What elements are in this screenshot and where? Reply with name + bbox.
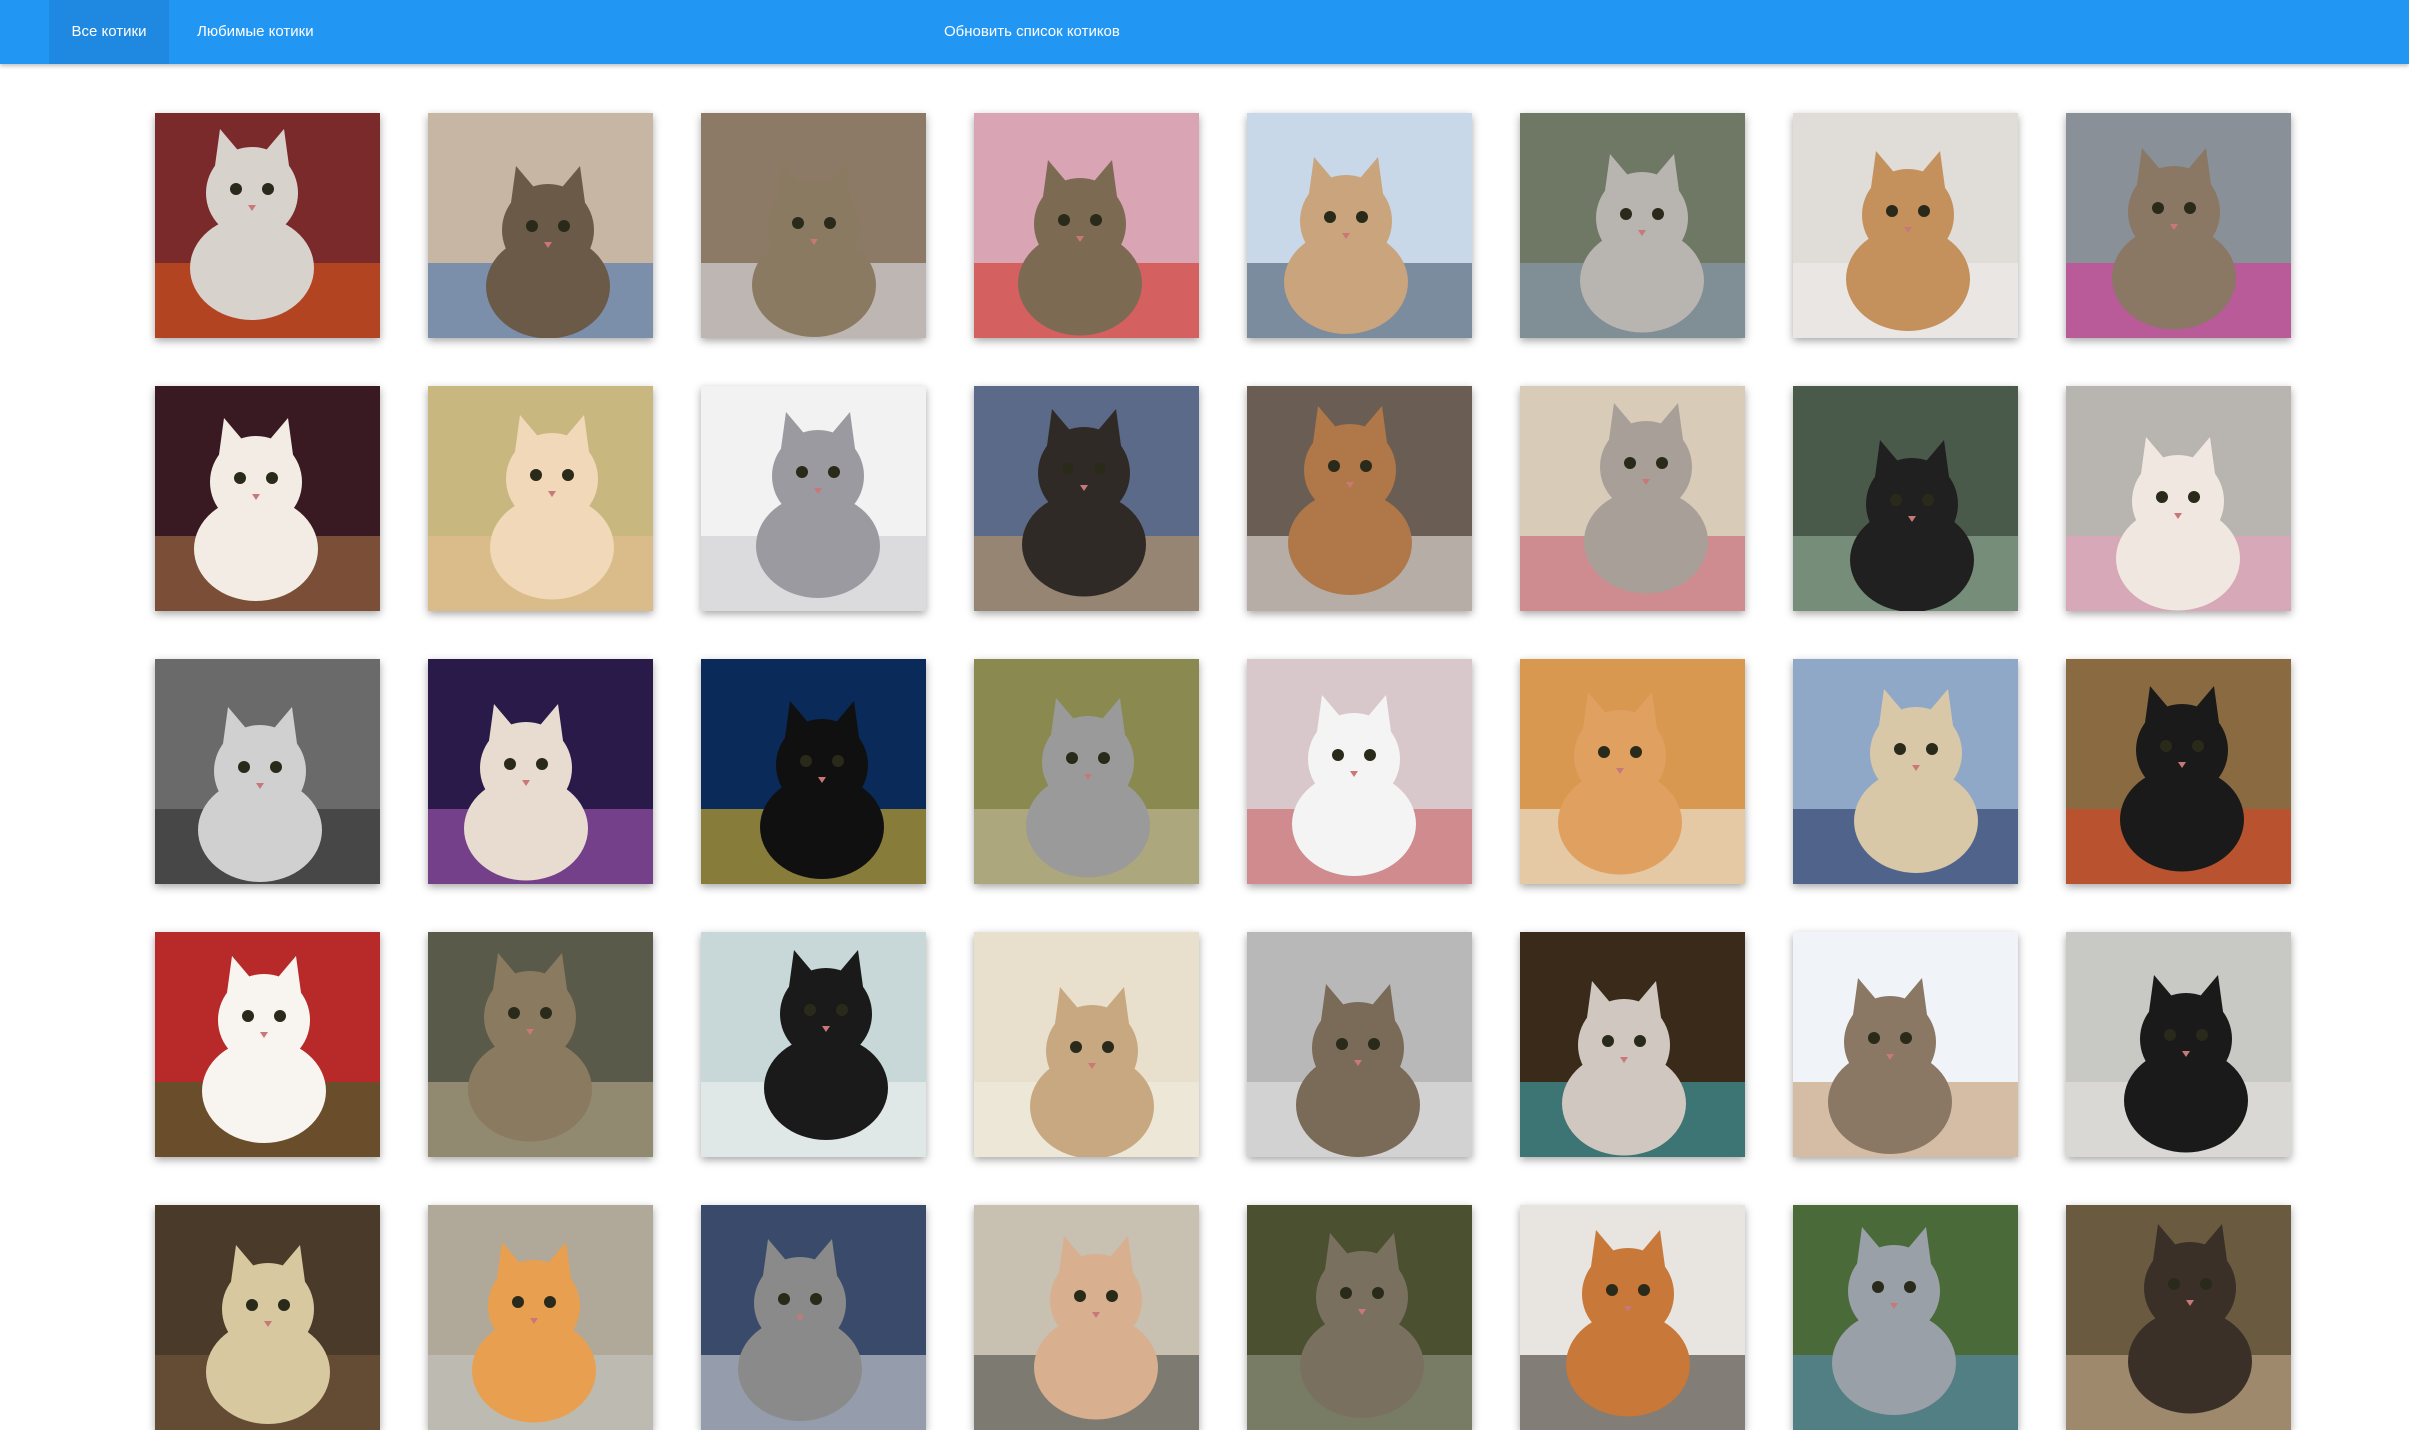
cat-photo-card[interactable]	[428, 1205, 653, 1430]
cat-photo	[2066, 386, 2291, 611]
cat-photo	[155, 386, 380, 611]
cat-photo-card[interactable]	[1793, 113, 2018, 338]
cat-photo	[428, 386, 653, 611]
cat-photo-card[interactable]	[1247, 659, 1472, 884]
cat-photo-card[interactable]	[2066, 1205, 2291, 1430]
cat-photo-card[interactable]	[428, 932, 653, 1157]
cat-photo-card[interactable]	[428, 386, 653, 611]
cat-photo-card[interactable]	[155, 659, 380, 884]
cat-photo-card[interactable]	[1247, 1205, 1472, 1430]
cat-photo	[155, 659, 380, 884]
cat-photo-card[interactable]	[1793, 932, 2018, 1157]
tab-all-cats[interactable]: Все котики	[49, 0, 169, 64]
refresh-cats-button[interactable]: Обновить список котиков	[944, 0, 1120, 64]
cat-photo	[155, 113, 380, 338]
cat-photo	[701, 386, 926, 611]
cat-photo-card[interactable]	[2066, 386, 2291, 611]
cat-photo	[2066, 1205, 2291, 1430]
cat-photo-card[interactable]	[701, 1205, 926, 1430]
cat-photo-card[interactable]	[701, 932, 926, 1157]
cat-photo	[701, 659, 926, 884]
cat-photo	[1247, 659, 1472, 884]
cat-photo	[2066, 659, 2291, 884]
cat-photo-card[interactable]	[428, 113, 653, 338]
cat-photo	[974, 1205, 1199, 1430]
cat-photo-card[interactable]	[155, 932, 380, 1157]
cat-photo-card[interactable]	[2066, 113, 2291, 338]
cat-photo-card[interactable]	[701, 659, 926, 884]
cat-photo-card[interactable]	[974, 386, 1199, 611]
cat-photo-card[interactable]	[1247, 113, 1472, 338]
cat-photo-card[interactable]	[428, 659, 653, 884]
cat-photo	[155, 1205, 380, 1430]
cat-photo	[1520, 659, 1745, 884]
cat-photo	[155, 932, 380, 1157]
cat-photo	[1247, 386, 1472, 611]
cat-photo	[1247, 113, 1472, 338]
cat-photo-card[interactable]	[701, 386, 926, 611]
cat-photo	[1793, 1205, 2018, 1430]
cat-photo-card[interactable]	[155, 386, 380, 611]
cat-photo	[701, 1205, 926, 1430]
cat-photo	[1793, 386, 2018, 611]
cat-photo	[428, 1205, 653, 1430]
cat-photo	[2066, 113, 2291, 338]
cat-photo	[1793, 113, 2018, 338]
cat-photo-card[interactable]	[1520, 932, 1745, 1157]
cat-photo-card[interactable]	[1793, 386, 2018, 611]
cat-photo-card[interactable]	[1247, 386, 1472, 611]
cat-photo	[974, 932, 1199, 1157]
cat-photo-card[interactable]	[1520, 113, 1745, 338]
cat-photo	[974, 113, 1199, 338]
cat-photo	[974, 386, 1199, 611]
cat-photo	[2066, 932, 2291, 1157]
cat-photo-card[interactable]	[974, 1205, 1199, 1430]
cat-photo	[428, 659, 653, 884]
cat-photo-card[interactable]	[1247, 932, 1472, 1157]
cat-photo	[1247, 932, 1472, 1157]
cat-photo	[974, 659, 1199, 884]
cat-photo-card[interactable]	[155, 1205, 380, 1430]
cat-photo	[701, 932, 926, 1157]
cat-photo-card[interactable]	[974, 113, 1199, 338]
cat-photo	[1247, 1205, 1472, 1430]
cat-photo-card[interactable]	[974, 659, 1199, 884]
cat-photo-card[interactable]	[2066, 932, 2291, 1157]
cat-photo	[701, 113, 926, 338]
cat-photo-card[interactable]	[701, 113, 926, 338]
cat-photo-grid	[155, 113, 2295, 1430]
cat-photo	[1520, 113, 1745, 338]
cat-photo	[428, 932, 653, 1157]
top-app-bar: Все котики Любимые котики Обновить списо…	[0, 0, 2409, 64]
cat-photo	[1520, 1205, 1745, 1430]
tab-favorite-cats[interactable]: Любимые котики	[197, 0, 314, 64]
cat-photo-card[interactable]	[1520, 659, 1745, 884]
cat-photo-card[interactable]	[1520, 386, 1745, 611]
cat-photo-card[interactable]	[1793, 1205, 2018, 1430]
cat-photo-card[interactable]	[1520, 1205, 1745, 1430]
cat-photo-card[interactable]	[2066, 659, 2291, 884]
cat-photo-card[interactable]	[155, 113, 380, 338]
cat-photo-card[interactable]	[1793, 659, 2018, 884]
cat-photo-card[interactable]	[974, 932, 1199, 1157]
cat-photo	[1793, 932, 2018, 1157]
cat-photo	[1793, 659, 2018, 884]
cat-photo	[1520, 932, 1745, 1157]
cat-photo	[428, 113, 653, 338]
cat-photo	[1520, 386, 1745, 611]
